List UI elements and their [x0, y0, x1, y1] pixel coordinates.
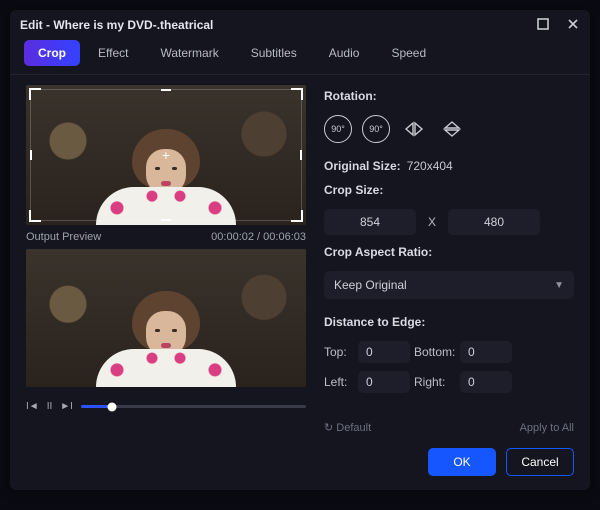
edge-left-input[interactable]: 0 [358, 371, 410, 393]
crop-preview[interactable]: + [26, 85, 306, 225]
edge-left-label: Left: [324, 375, 358, 389]
crop-height-input[interactable]: 480 [448, 209, 540, 235]
close-icon[interactable] [566, 17, 580, 34]
rotate-cw-icon[interactable]: 90° [362, 115, 390, 143]
tab-audio[interactable]: Audio [315, 40, 374, 66]
distance-edge-label: Distance to Edge: [324, 315, 574, 329]
original-size-label: Original Size: [324, 159, 401, 173]
tab-bar: Crop Effect Watermark Subtitles Audio Sp… [10, 40, 590, 75]
next-frame-button[interactable]: ►I [60, 401, 73, 412]
aspect-ratio-value: Keep Original [334, 278, 407, 292]
chevron-down-icon: ▼ [554, 280, 564, 291]
tab-effect[interactable]: Effect [84, 40, 142, 66]
titlebar: Edit - Where is my DVD-.theatrical [10, 10, 590, 40]
maximize-icon[interactable] [536, 17, 550, 34]
timecode: 00:00:02 / 00:06:03 [211, 231, 306, 243]
original-size-value: 720x404 [407, 159, 453, 173]
tab-subtitles[interactable]: Subtitles [237, 40, 311, 66]
flip-vertical-icon[interactable] [438, 115, 466, 143]
edge-top-label: Top: [324, 345, 358, 359]
window-title: Edit - Where is my DVD-.theatrical [20, 18, 213, 32]
tab-watermark[interactable]: Watermark [146, 40, 232, 66]
tab-crop[interactable]: Crop [24, 40, 80, 66]
result-preview [26, 249, 306, 387]
edge-bottom-input[interactable]: 0 [460, 341, 512, 363]
crop-width-input[interactable]: 854 [324, 209, 416, 235]
rotation-label: Rotation: [324, 89, 574, 103]
seek-slider[interactable] [81, 405, 306, 408]
video-frame [26, 85, 306, 225]
player-controls: I◄ II ►I [26, 397, 306, 412]
aspect-ratio-label: Crop Aspect Ratio: [324, 245, 574, 259]
apply-to-all-button[interactable]: Apply to All [520, 422, 574, 434]
aspect-ratio-select[interactable]: Keep Original ▼ [324, 271, 574, 299]
edge-right-input[interactable]: 0 [460, 371, 512, 393]
reset-default-button[interactable]: ↻ Default [324, 421, 371, 434]
prev-frame-button[interactable]: I◄ [26, 401, 39, 412]
edge-bottom-label: Bottom: [414, 345, 460, 359]
pause-button[interactable]: II [47, 401, 53, 412]
rotate-ccw-icon[interactable]: 90° [324, 115, 352, 143]
edit-dialog: Edit - Where is my DVD-.theatrical Crop … [10, 10, 590, 490]
output-preview-label: Output Preview [26, 231, 101, 243]
tab-speed[interactable]: Speed [377, 40, 440, 66]
flip-horizontal-icon[interactable] [400, 115, 428, 143]
dialog-footer: OK Cancel [10, 438, 590, 490]
ok-button[interactable]: OK [428, 448, 496, 476]
crop-size-label: Crop Size: [324, 183, 574, 197]
edge-top-input[interactable]: 0 [358, 341, 410, 363]
dimension-separator: X [422, 215, 442, 229]
refresh-icon: ↻ [324, 422, 333, 434]
cancel-button[interactable]: Cancel [506, 448, 574, 476]
edge-right-label: Right: [414, 375, 460, 389]
